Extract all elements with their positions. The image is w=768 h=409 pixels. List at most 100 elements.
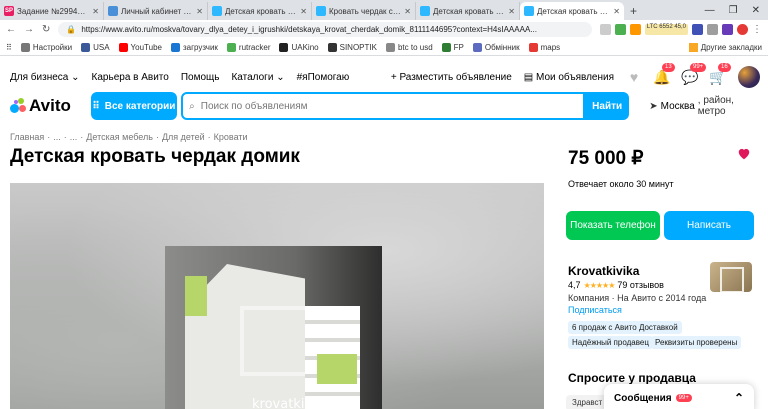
tab-title: Детская кровать чердак... — [225, 6, 297, 16]
nav-business-link[interactable]: Для бизнеса ⌄ — [10, 72, 80, 83]
seller-avatar[interactable] — [710, 262, 752, 292]
photo-gallery[interactable] — [10, 183, 544, 409]
search-icon — [385, 42, 395, 52]
breadcrumb-item[interactable]: ... — [70, 132, 78, 142]
location-suffix: , район, метро — [697, 95, 734, 117]
bookmark-item[interactable]: YouTube — [118, 42, 162, 52]
tab-favicon-icon — [212, 6, 222, 16]
messages-badge: 99+ — [690, 63, 707, 72]
nav-catalogs-link[interactable]: Каталоги ⌄ — [231, 72, 284, 83]
bookmark-item[interactable]: Обмінник — [472, 42, 520, 52]
maximize-icon[interactable]: ❐ — [729, 5, 738, 16]
ltc-widget[interactable]: LTC 6552 45,0 — [644, 24, 688, 35]
bookmark-item[interactable]: Настройки — [20, 42, 72, 52]
bookmark-item[interactable]: FP — [441, 42, 464, 52]
minimize-icon[interactable]: — — [705, 5, 715, 16]
avatar[interactable] — [738, 66, 760, 88]
dots-grid-icon: ⠿ — [92, 100, 100, 112]
browser-tab[interactable]: SP Задание №2994622 - в... ✕ — [0, 2, 104, 20]
reload-icon[interactable]: ↻ — [42, 24, 50, 35]
close-icon[interactable]: ✕ — [508, 7, 515, 16]
breadcrumb-item[interactable]: Для детей — [162, 132, 205, 142]
browser-tab[interactable]: Детская кровать черда... ✕ — [416, 2, 520, 20]
location-selector[interactable]: ➤ Москва, район, метро — [649, 95, 760, 117]
bookmark-item[interactable]: maps — [528, 42, 560, 52]
subscribe-link[interactable]: Подписаться — [568, 305, 622, 315]
breadcrumb-item[interactable]: ... — [53, 132, 61, 142]
bell-icon[interactable]: 🔔 13 — [653, 63, 675, 85]
nav-help-tag-link[interactable]: #яПомогаю — [297, 72, 350, 83]
search-placeholder: Поиск по объявлениям — [200, 100, 308, 112]
my-ads-link[interactable]: ▤ Мои объявления — [524, 72, 614, 83]
bookmark-item[interactable]: SINOPTIK — [327, 42, 377, 52]
bookmark-item[interactable]: btc to usd — [385, 42, 433, 52]
write-message-button[interactable]: Написать — [664, 211, 754, 240]
new-tab-button[interactable]: + — [624, 2, 643, 20]
torrent-icon — [226, 42, 236, 52]
browser-tab[interactable]: Детская кровать чердак... ✕ — [208, 2, 312, 20]
post-ad-link[interactable]: + Разместить объявление — [391, 72, 512, 83]
close-icon[interactable]: ✕ — [92, 7, 99, 16]
favorites-icon[interactable]: ♥ — [626, 69, 642, 85]
avito-logo[interactable]: Avito — [10, 96, 91, 116]
close-icon[interactable]: ✕ — [404, 7, 411, 16]
profile-icon[interactable] — [737, 24, 748, 35]
photo-watermark: krovatkivika — [252, 397, 332, 409]
seller-name[interactable]: Krovatkivika — [568, 264, 639, 278]
bookmark-item[interactable]: UAKino — [279, 42, 319, 52]
nav-help-link[interactable]: Помощь — [181, 72, 220, 83]
cart-icon[interactable]: 🛒 16 — [709, 63, 731, 85]
show-phone-button[interactable]: Показать телефон — [566, 211, 660, 240]
extension-icon[interactable] — [614, 24, 626, 35]
extensions-area: LTC 6552 45,0 ⋮ — [599, 24, 762, 35]
bookmark-item[interactable]: USA — [81, 42, 110, 52]
nav-career-link[interactable]: Карьера в Авито — [92, 72, 169, 83]
bookmark-star-icon[interactable] — [599, 24, 611, 35]
back-icon[interactable]: ← — [6, 24, 16, 35]
extension-icon[interactable] — [707, 24, 718, 35]
all-categories-button[interactable]: ⠿ Все категории — [90, 92, 178, 120]
browser-tab-active[interactable]: Детская кровать черда... ✕ — [520, 2, 624, 20]
city-name: Москва — [660, 100, 695, 112]
browser-tab[interactable]: Личный кабинет - Об... ✕ — [104, 2, 208, 20]
messenger-count-badge: 99+ — [675, 394, 692, 402]
messenger-label: Сообщения — [614, 392, 672, 404]
notification-badge: 13 — [662, 63, 675, 72]
browser-tab-bar: SP Задание №2994622 - в... ✕ Личный каби… — [0, 0, 768, 20]
chat-icon[interactable]: 💬 99+ — [681, 63, 707, 85]
map-pin-icon — [528, 42, 538, 52]
find-button[interactable]: Найти — [585, 92, 630, 120]
breadcrumb-item[interactable]: Детская мебель — [86, 132, 153, 142]
forward-icon[interactable]: → — [24, 24, 34, 35]
browser-tab[interactable]: Кровать чердак с лест... ✕ — [312, 2, 416, 20]
search-input[interactable]: ⌕ Поиск по объявлениям — [181, 92, 586, 120]
bookmark-item[interactable]: загрузчик — [170, 42, 218, 52]
chevron-down-icon: ⌄ — [276, 71, 285, 83]
breadcrumb: Главная ·... ·... · Детская мебель · Для детей… — [10, 132, 251, 142]
menu-dots-icon[interactable]: ⋮ — [752, 24, 762, 35]
extension-icon[interactable] — [692, 24, 703, 35]
site-top-nav: Для бизнеса ⌄ Карьера в Авито Помощь Кат… — [10, 63, 760, 88]
bookmark-item[interactable]: rutracker — [226, 42, 270, 52]
search-row: Avito ⠿ Все категории ⌕ Поиск по объявле… — [10, 92, 760, 120]
weather-icon — [327, 42, 337, 52]
breadcrumb-item[interactable]: Кровати — [214, 132, 248, 142]
url-input[interactable]: 🔒 https://www.avito.ru/moskva/tovary_dly… — [58, 22, 592, 37]
chevron-up-icon[interactable]: ⌃ — [734, 391, 744, 405]
close-icon[interactable]: ✕ — [613, 7, 620, 16]
close-icon[interactable]: ✕ — [300, 7, 307, 16]
extension-icon[interactable] — [629, 24, 641, 35]
apps-grid-icon[interactable]: ⠿ — [6, 43, 12, 52]
listing-photo[interactable] — [165, 246, 382, 409]
close-window-icon[interactable]: ✕ — [752, 5, 760, 16]
nav-label: Каталоги — [231, 71, 274, 83]
close-icon[interactable]: ✕ — [196, 7, 203, 16]
rating-value: 4,7 — [568, 280, 581, 290]
page-title: Детская кровать чердак домик — [10, 146, 300, 167]
reviews-link[interactable]: 79 отзывов — [617, 280, 664, 290]
messenger-widget[interactable]: Сообщения 99+ ⌃ — [604, 384, 754, 409]
favorite-heart-icon[interactable] — [737, 147, 751, 165]
extension-icon[interactable] — [722, 24, 733, 35]
breadcrumb-item[interactable]: Главная — [10, 132, 44, 142]
other-bookmarks[interactable]: Другие закладки — [688, 42, 762, 52]
